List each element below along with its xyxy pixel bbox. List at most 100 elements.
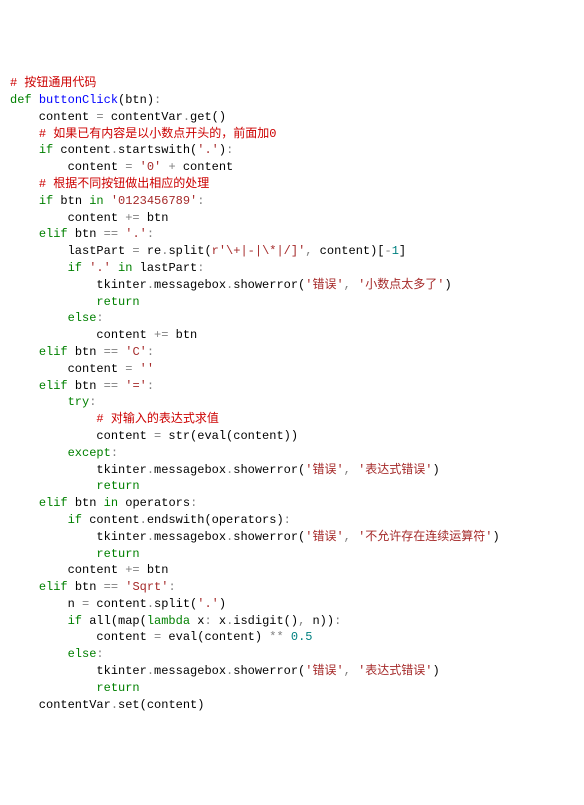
code-token: return	[96, 547, 139, 561]
code-token: # 根据不同按钮做出相应的处理	[39, 177, 209, 191]
code-token: in	[104, 496, 118, 510]
code-token: operators	[118, 496, 190, 510]
code-token: n))	[305, 614, 334, 628]
code-token: (btn)	[118, 93, 154, 107]
code-token: =	[96, 110, 103, 124]
code-token: .	[140, 513, 147, 527]
code-token: # 对输入的表达式求值	[96, 412, 218, 426]
code-token: set(content)	[118, 698, 204, 712]
code-token: )	[492, 530, 499, 544]
code-token: '表达式错误'	[358, 664, 432, 678]
code-token: except	[68, 446, 111, 460]
code-token: ,	[344, 530, 351, 544]
code-token: ,	[344, 664, 351, 678]
code-token: n	[10, 597, 82, 611]
code-token	[104, 194, 111, 208]
code-token: messagebox	[154, 463, 226, 477]
code-token: ,	[344, 463, 351, 477]
code-line: content = eval(content) ** 0.5	[10, 629, 574, 646]
code-token: :	[96, 311, 103, 325]
code-line: tkinter.messagebox.showerror('错误', '表达式错…	[10, 462, 574, 479]
code-token: btn	[53, 194, 89, 208]
code-line: # 如果已有内容是以小数点开头的，前面加0	[10, 126, 574, 143]
code-token: '0123456789'	[111, 194, 197, 208]
code-token: showerror(	[233, 278, 305, 292]
code-token: '错误'	[305, 463, 343, 477]
code-token: :	[190, 496, 197, 510]
code-token: content	[82, 513, 140, 527]
code-token: .	[111, 698, 118, 712]
code-token: messagebox	[154, 530, 226, 544]
code-token: btn	[68, 227, 104, 241]
code-token: def	[10, 93, 39, 107]
code-token: str(eval(content))	[161, 429, 298, 443]
code-token: )	[432, 664, 439, 678]
code-token	[10, 311, 68, 325]
code-token: content	[10, 211, 125, 225]
code-token: .	[147, 664, 154, 678]
code-token: :	[204, 614, 211, 628]
code-token: content	[53, 143, 111, 157]
code-token: ,	[344, 278, 351, 292]
code-token: :	[147, 227, 154, 241]
code-line: content = str(eval(content))	[10, 428, 574, 445]
code-token	[351, 278, 358, 292]
code-token	[10, 412, 96, 426]
code-token: content	[10, 160, 125, 174]
code-line: if all(map(lambda x: x.isdigit(), n)):	[10, 613, 574, 630]
code-token: return	[96, 681, 139, 695]
code-line: content = ''	[10, 361, 574, 378]
code-token: '.'	[125, 227, 147, 241]
code-token: tkinter	[10, 278, 147, 292]
code-token: endswith(operators)	[147, 513, 284, 527]
code-token: split(	[168, 244, 211, 258]
code-token	[10, 614, 68, 628]
code-token: +=	[154, 328, 168, 342]
code-token: in	[89, 194, 103, 208]
code-token: +=	[125, 211, 139, 225]
code-token: content)[	[312, 244, 384, 258]
code-token: x	[212, 614, 226, 628]
code-line: if content.startswith('.'):	[10, 142, 574, 159]
code-token	[10, 143, 39, 157]
code-line: tkinter.messagebox.showerror('错误', '不允许存…	[10, 529, 574, 546]
code-token: ==	[104, 379, 118, 393]
code-token: :	[168, 580, 175, 594]
code-line: elif btn in operators:	[10, 495, 574, 512]
code-line: # 根据不同按钮做出相应的处理	[10, 176, 574, 193]
code-token: btn	[168, 328, 197, 342]
code-token: showerror(	[233, 664, 305, 678]
code-line: elif btn == 'Sqrt':	[10, 579, 574, 596]
code-token: :	[197, 194, 204, 208]
code-token: )	[219, 597, 226, 611]
code-token: .	[183, 110, 190, 124]
code-line: elif btn == '.':	[10, 226, 574, 243]
code-token: )	[444, 278, 451, 292]
code-line: tkinter.messagebox.showerror('错误', '小数点太…	[10, 277, 574, 294]
code-line: elif btn == '=':	[10, 378, 574, 395]
code-token: messagebox	[154, 664, 226, 678]
code-token	[10, 379, 39, 393]
code-token: content	[10, 630, 154, 644]
code-line: else:	[10, 310, 574, 327]
code-token: content	[10, 362, 125, 376]
code-token	[10, 295, 96, 309]
code-token: -	[385, 244, 392, 258]
code-token: else	[68, 647, 97, 661]
code-token: btn	[140, 211, 169, 225]
code-line: n = content.split('.')	[10, 596, 574, 613]
code-line: content += btn	[10, 562, 574, 579]
code-token: lambda	[147, 614, 190, 628]
code-token: elif	[39, 345, 68, 359]
code-token	[10, 395, 68, 409]
code-token	[284, 630, 291, 644]
code-line: lastPart = re.split(r'\+|-|\*|/]', conte…	[10, 243, 574, 260]
code-token: try	[68, 395, 90, 409]
code-token	[10, 227, 39, 241]
code-token: '不允许存在连续运算符'	[358, 530, 492, 544]
code-token: contentVar	[104, 110, 183, 124]
code-block: # 按钮通用代码def buttonClick(btn): content = …	[10, 75, 574, 713]
code-token	[10, 681, 96, 695]
code-token: ''	[140, 362, 154, 376]
code-token: :	[226, 143, 233, 157]
